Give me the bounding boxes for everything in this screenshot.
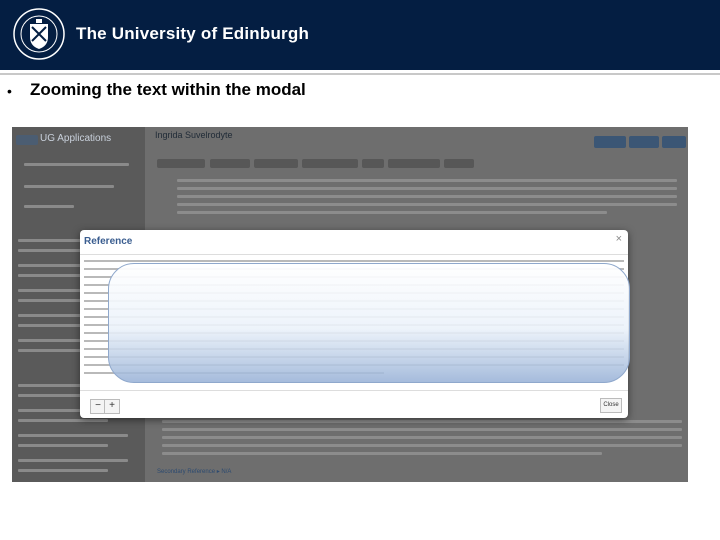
bullet-point: • [7,83,12,99]
close-icon[interactable]: × [616,233,622,245]
tab-4[interactable] [302,159,358,168]
close-button[interactable]: Close [600,398,622,413]
modal-footer-divider [80,390,628,391]
header-divider [0,73,720,75]
secondary-reference: Secondary Reference ▸ N/A [157,469,232,475]
tab-2[interactable] [210,159,250,168]
back-button[interactable] [16,135,38,145]
zoom-highlight-overlay [108,263,630,383]
modal-header-divider [80,254,628,255]
tab-5[interactable] [362,159,384,168]
tab-3[interactable] [254,159,298,168]
modal-text-line [84,260,624,262]
tab-7[interactable] [444,159,474,168]
university-header: The University of Edinburgh [0,0,720,70]
university-name: The University of Edinburgh [76,24,310,43]
zoom-in-button[interactable]: + [104,399,120,414]
slide-title: Zooming the text within the modal [30,80,306,99]
toolbar-button-2[interactable] [629,136,659,148]
tab-1[interactable] [157,159,205,168]
university-crest-icon [13,8,65,60]
applicant-name: Ingrida Suvelrodyte [155,130,233,140]
app-title: UG Applications [40,133,112,144]
modal-title: Reference [84,236,133,247]
toolbar-button-3[interactable] [662,136,686,148]
tab-6[interactable] [388,159,440,168]
toolbar-button-1[interactable] [594,136,626,148]
